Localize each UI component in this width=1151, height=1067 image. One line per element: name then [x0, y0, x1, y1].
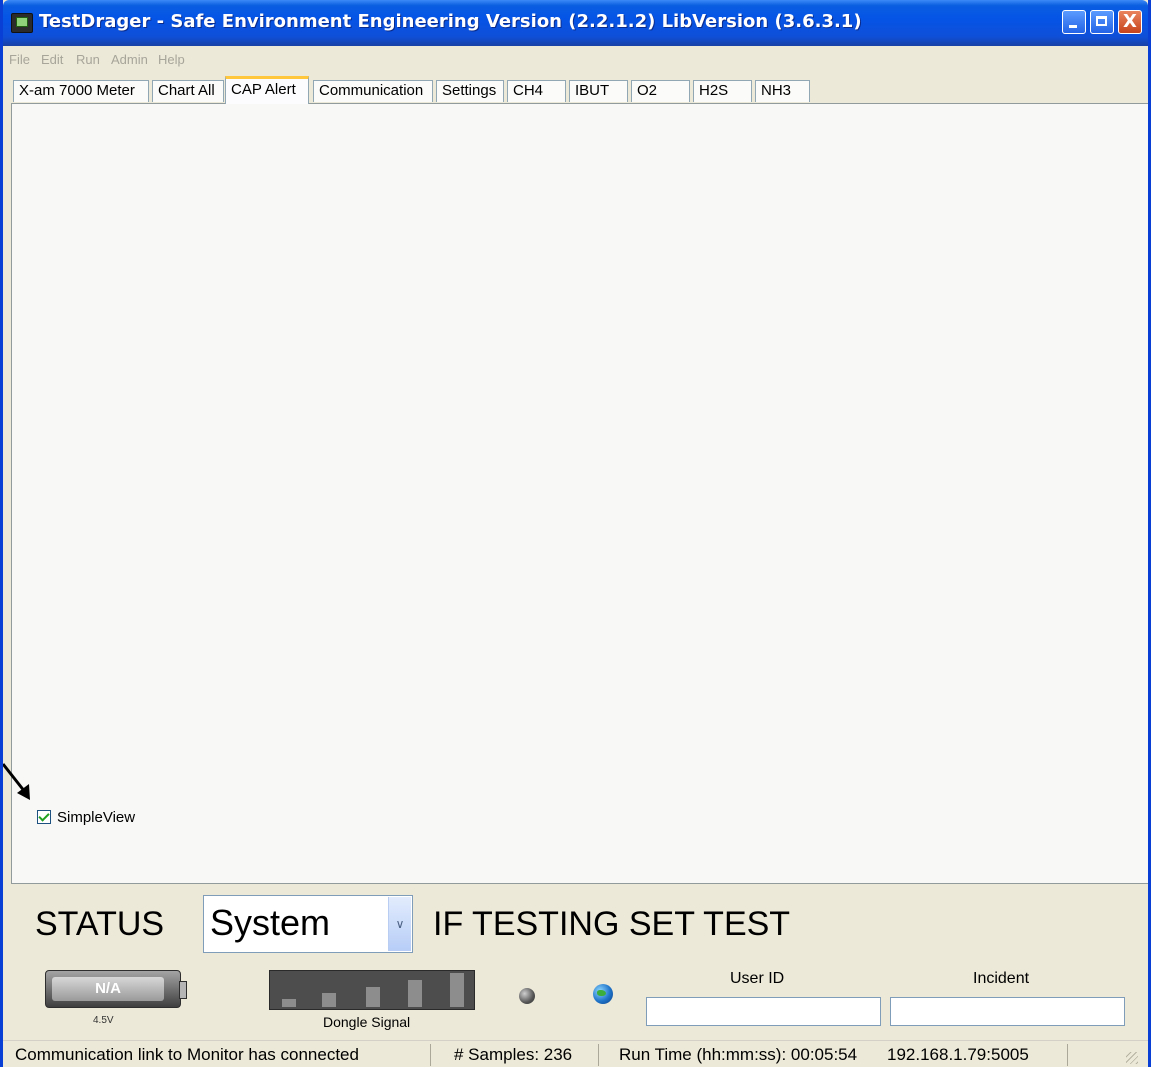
signal-bar	[282, 999, 296, 1007]
status-bar-samples: # Samples: 236	[454, 1045, 573, 1064]
status-bar-separator	[598, 1044, 599, 1066]
dongle-signal-meter	[269, 970, 475, 1010]
tab-chart-all[interactable]: Chart All	[152, 80, 224, 102]
simpleview-checkbox[interactable]	[37, 810, 51, 824]
status-bar-runtime: Run Time (hh:mm:ss): 00:05:54	[619, 1045, 858, 1064]
tab-ch4[interactable]: CH4	[507, 80, 566, 102]
minimize-button[interactable]	[1062, 10, 1086, 34]
battery-indicator: N/A	[45, 970, 187, 1008]
battery-level-text: N/A	[52, 977, 164, 1001]
tab-communication[interactable]: Communication	[313, 80, 433, 102]
tab-nh3[interactable]: NH3	[755, 80, 810, 102]
window-title: TestDrager - Safe Environment Engineerin…	[39, 11, 862, 32]
maximize-button[interactable]	[1090, 10, 1114, 34]
status-label: STATUS	[35, 905, 165, 943]
status-select-value: System	[210, 902, 331, 943]
tab-ibut[interactable]: IBUT	[569, 80, 628, 102]
signal-bar	[408, 980, 422, 1007]
incident-input[interactable]	[890, 997, 1125, 1026]
close-button[interactable]: X	[1118, 10, 1142, 34]
chevron-down-icon[interactable]: ∨	[388, 897, 411, 951]
tab-h2s[interactable]: H2S	[693, 80, 752, 102]
tab-cap-alert[interactable]: CAP Alert	[225, 76, 309, 104]
menu-file[interactable]: File	[9, 52, 30, 67]
status-bar-address: 192.168.1.79:5005	[887, 1045, 1029, 1064]
menu-admin[interactable]: Admin	[111, 52, 148, 67]
pointer-arrow-icon	[3, 763, 30, 800]
status-bar-separator	[430, 1044, 431, 1066]
status-select[interactable]: System ∨	[203, 895, 413, 953]
user-id-label: User ID	[730, 970, 785, 987]
menu-help[interactable]: Help	[158, 52, 185, 67]
tab-settings[interactable]: Settings	[436, 80, 504, 102]
dongle-signal-label: Dongle Signal	[323, 1014, 411, 1030]
status-bar-message: Communication link to Monitor has connec…	[15, 1045, 359, 1064]
tab-xam-7000-meter[interactable]: X-am 7000 Meter	[13, 80, 149, 102]
battery-voltage: 4.5V	[93, 1015, 114, 1026]
status-bar: Communication link to Monitor has connec…	[3, 1040, 1148, 1067]
status-bar-separator	[1067, 1044, 1068, 1066]
tab-o2[interactable]: O2	[631, 80, 690, 102]
app-icon[interactable]	[11, 13, 33, 33]
cap-alert-panel	[11, 103, 1148, 884]
user-id-input[interactable]	[646, 997, 881, 1026]
status-message: IF TESTING SET TEST	[433, 905, 791, 943]
signal-bar	[366, 987, 380, 1007]
app-window: TestDrager - Safe Environment Engineerin…	[0, 0, 1151, 1067]
resize-grip-icon[interactable]	[1126, 1052, 1138, 1064]
menu-edit[interactable]: Edit	[41, 52, 63, 67]
status-led-icon	[519, 988, 535, 1004]
battery-tip	[179, 981, 187, 999]
minimize-icon	[1069, 25, 1077, 28]
signal-bar	[322, 993, 336, 1007]
title-bar: TestDrager - Safe Environment Engineerin…	[3, 0, 1148, 46]
simpleview-label[interactable]: SimpleView	[57, 809, 135, 826]
menu-bar: File Edit Run Admin Help	[3, 48, 1148, 72]
signal-bar	[450, 973, 464, 1007]
incident-label: Incident	[973, 970, 1030, 987]
maximize-icon	[1096, 16, 1107, 26]
globe-icon[interactable]	[593, 984, 613, 1004]
tab-strip: X-am 7000 Meter Chart All CAP Alert Comm…	[11, 76, 1140, 104]
menu-run[interactable]: Run	[76, 52, 100, 67]
